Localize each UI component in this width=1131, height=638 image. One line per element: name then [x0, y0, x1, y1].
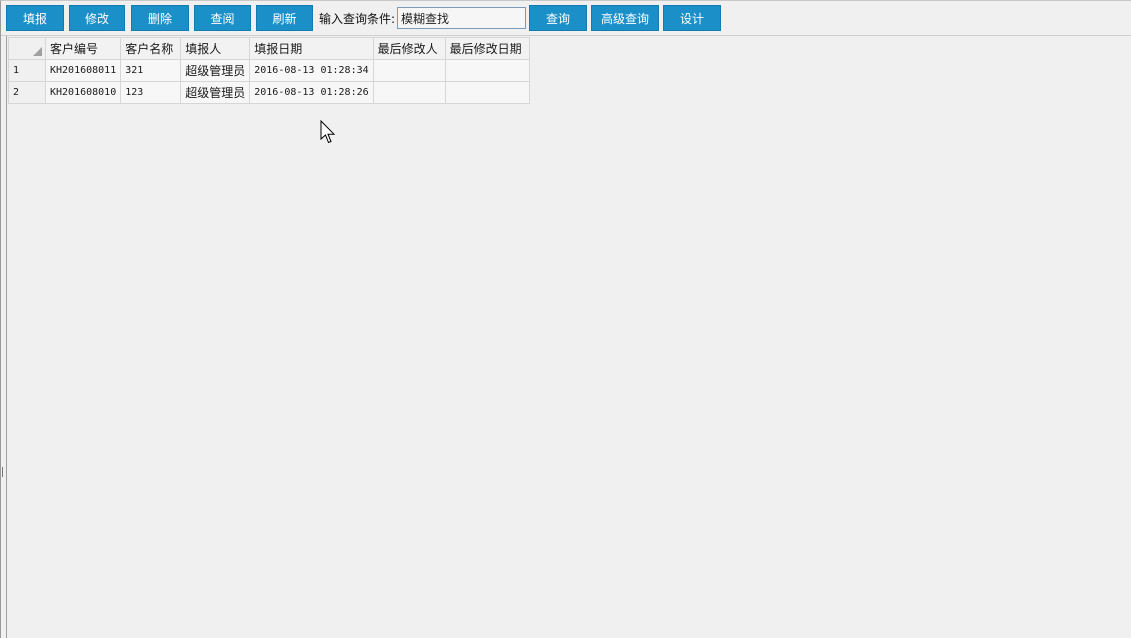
- app-window: 填报 修改 删除 查阅 刷新 输入查询条件: 查询 高级查询 设计 客户编号 客…: [0, 0, 1131, 638]
- cell-customer-name[interactable]: 123: [120, 81, 182, 104]
- cell-customer-code[interactable]: KH201608011: [44, 59, 122, 82]
- column-header-last-modified-date[interactable]: 最后修改日期: [444, 37, 530, 60]
- column-header-last-modifier[interactable]: 最后修改人: [372, 37, 446, 60]
- advanced-query-button[interactable]: 高级查询: [591, 5, 660, 31]
- table-row[interactable]: 1 KH201608011 321 超级管理员 2016-08-13 01:28…: [8, 59, 530, 82]
- corner-triangle-icon: [33, 47, 42, 56]
- cell-reporter[interactable]: 超级管理员: [180, 81, 251, 104]
- cell-customer-name[interactable]: 321: [120, 59, 182, 82]
- table-row[interactable]: 2 KH201608010 123 超级管理员 2016-08-13 01:28…: [8, 81, 530, 104]
- cell-reporter[interactable]: 超级管理员: [180, 59, 251, 82]
- cell-report-date[interactable]: 2016-08-13 01:28:26: [249, 81, 374, 104]
- row-number[interactable]: 1: [8, 59, 46, 82]
- column-header-report-date[interactable]: 填报日期: [249, 37, 374, 60]
- splitter-grip-icon[interactable]: [2, 467, 3, 477]
- cell-last-modifier[interactable]: [372, 59, 446, 82]
- search-input[interactable]: [397, 7, 527, 29]
- cell-last-modifier[interactable]: [372, 81, 446, 104]
- cell-customer-code[interactable]: KH201608010: [44, 81, 122, 104]
- edit-button[interactable]: 修改: [69, 5, 125, 31]
- view-button[interactable]: 查阅: [194, 5, 251, 31]
- delete-button[interactable]: 删除: [131, 5, 189, 31]
- cell-last-modified-date[interactable]: [444, 59, 530, 82]
- design-button[interactable]: 设计: [663, 5, 722, 31]
- cell-last-modified-date[interactable]: [444, 81, 530, 104]
- fill-report-button[interactable]: 填报: [6, 5, 64, 31]
- query-button[interactable]: 查询: [529, 5, 588, 31]
- mouse-pointer-icon: [320, 120, 336, 144]
- column-header-customer-code[interactable]: 客户编号: [44, 37, 122, 60]
- left-splitter[interactable]: [1, 36, 7, 638]
- cell-report-date[interactable]: 2016-08-13 01:28:34: [249, 59, 374, 82]
- customer-grid: 客户编号 客户名称 填报人 填报日期 最后修改人 最后修改日期 1 KH2016…: [8, 37, 530, 104]
- column-header-reporter[interactable]: 填报人: [180, 37, 251, 60]
- row-number[interactable]: 2: [8, 81, 46, 104]
- grid-header-row: 客户编号 客户名称 填报人 填报日期 最后修改人 最后修改日期: [8, 37, 530, 60]
- toolbar-divider: [1, 35, 1131, 36]
- column-header-customer-name[interactable]: 客户名称: [120, 37, 182, 60]
- query-condition-label: 输入查询条件:: [319, 11, 396, 26]
- select-all-corner[interactable]: [8, 37, 46, 60]
- toolbar: 填报 修改 删除 查阅 刷新 输入查询条件: 查询 高级查询 设计: [6, 5, 722, 31]
- refresh-button[interactable]: 刷新: [256, 5, 313, 31]
